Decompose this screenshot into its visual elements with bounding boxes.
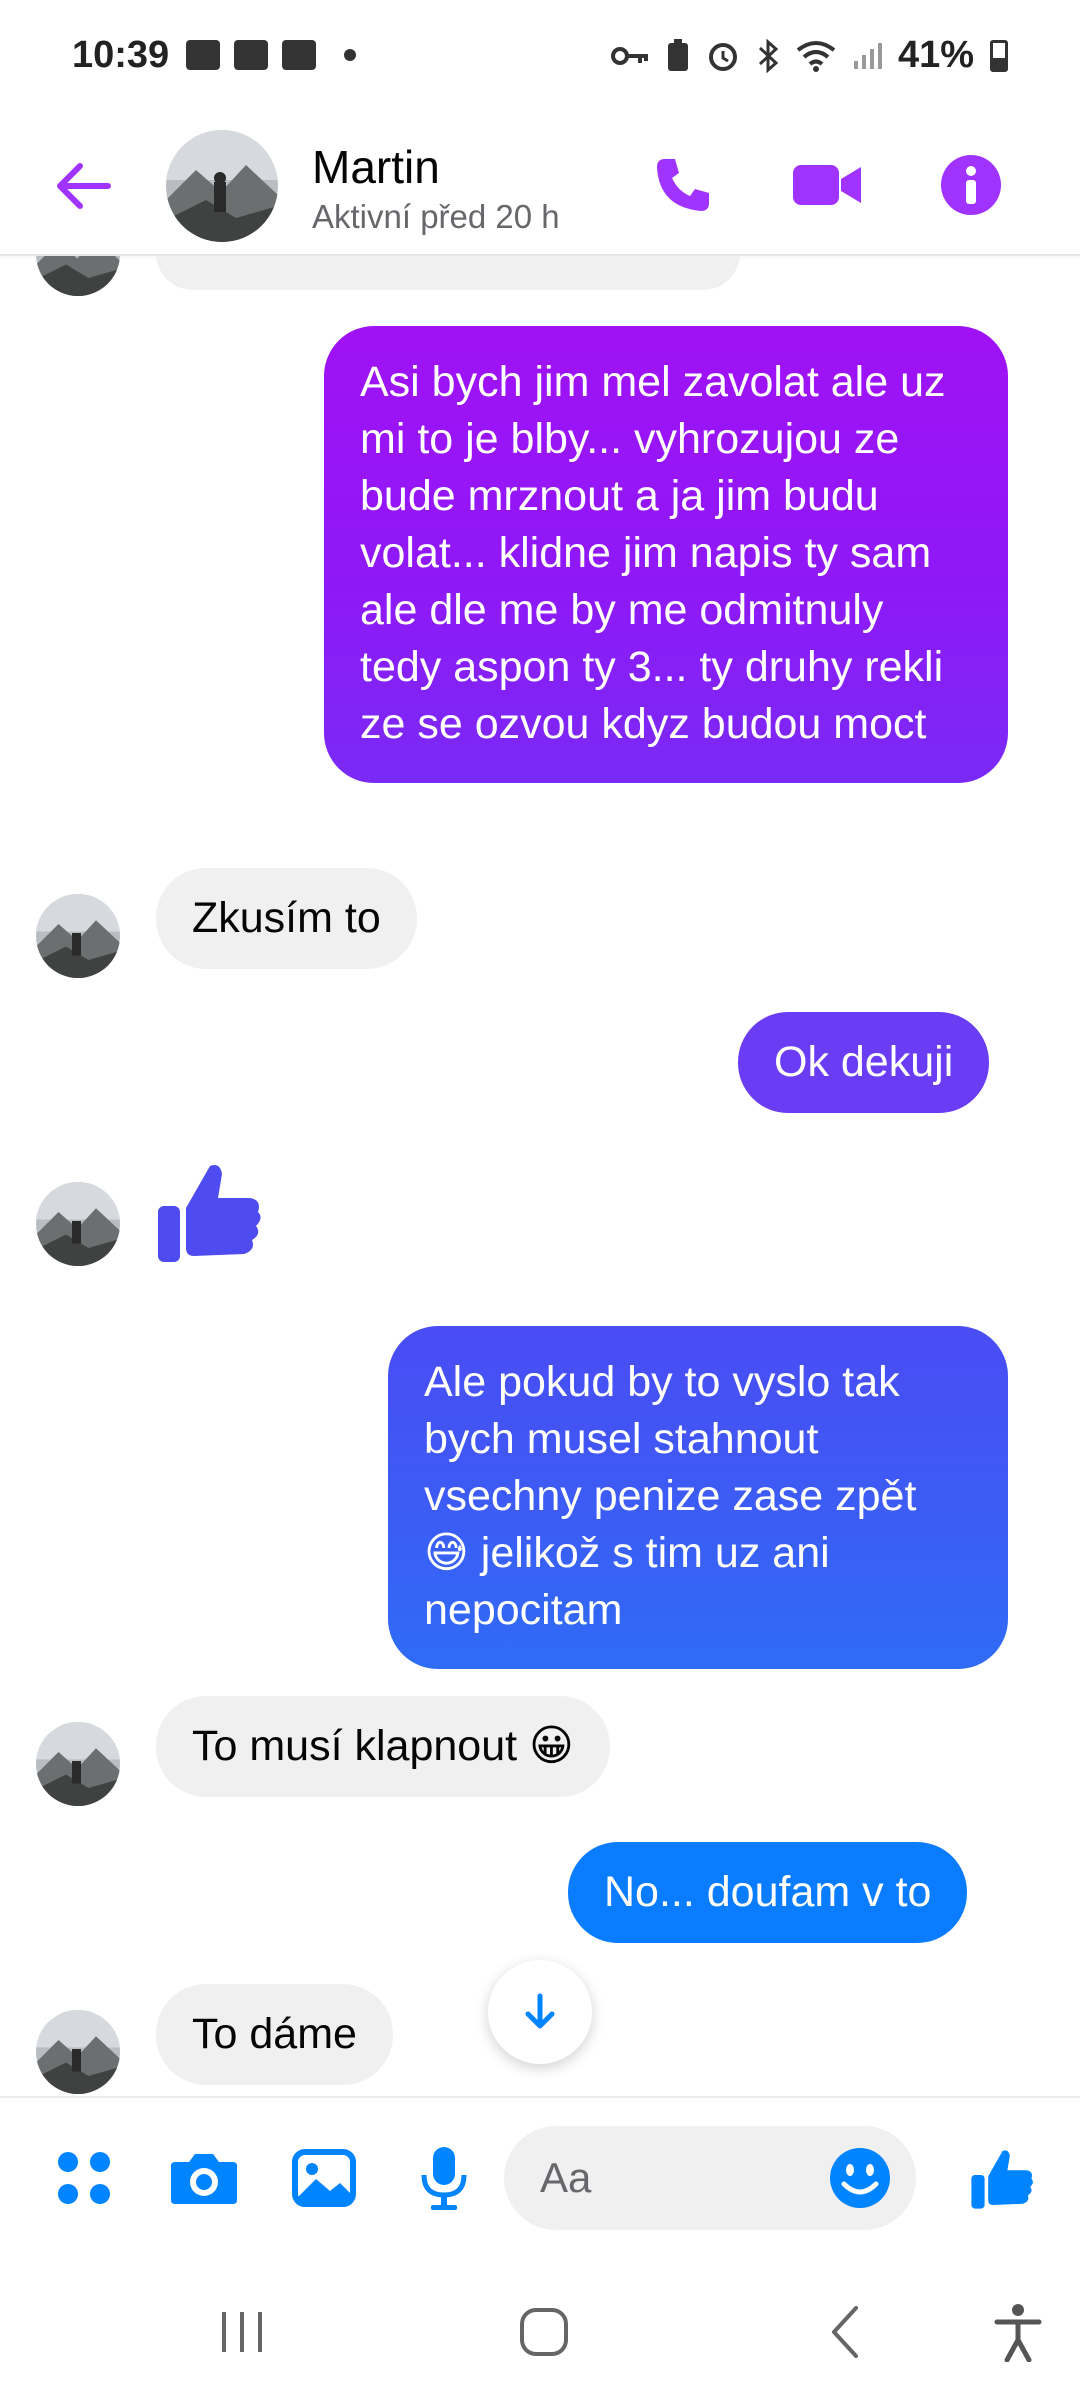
home-icon: [520, 2308, 568, 2356]
message-bubble-incoming[interactable]: Zkusím to: [156, 868, 417, 969]
avatar: [36, 894, 120, 978]
message-bubble-outgoing[interactable]: Ok dekuji: [738, 1012, 990, 1113]
contact-status: Aktivní před 20 h: [312, 198, 560, 235]
camera-icon: [171, 2154, 237, 2204]
menu-dots-icon: [58, 2152, 110, 2204]
key-icon: [610, 46, 648, 65]
cast-icon: [234, 40, 268, 70]
accessibility-button[interactable]: [978, 2292, 1058, 2372]
home-button[interactable]: [504, 2292, 584, 2372]
scroll-to-bottom-button[interactable]: [488, 1960, 592, 2064]
alarm-icon: [708, 42, 737, 71]
like-sticker[interactable]: [154, 1156, 264, 1266]
video-camera-icon: [793, 165, 861, 205]
avatar: [36, 1722, 120, 1806]
contact-avatar[interactable]: [166, 130, 278, 242]
battery-icon: [990, 39, 1008, 72]
recents-button[interactable]: [202, 2292, 282, 2372]
message-bubble-incoming[interactable]: To musí klapnout 😀: [156, 1696, 610, 1797]
signal-icon: [853, 42, 882, 69]
recents-icon: [222, 2312, 262, 2352]
back-icon: [832, 2306, 858, 2358]
emoji-button[interactable]: [824, 2142, 896, 2214]
bluetooth-icon: [758, 38, 779, 73]
call-button[interactable]: [638, 140, 728, 230]
message-input[interactable]: [540, 2150, 820, 2206]
status-bar: 10:39 41%: [0, 0, 1080, 120]
image-icon: [292, 2149, 356, 2207]
thumbs-up-icon: [971, 2150, 1033, 2209]
info-icon: [941, 155, 1001, 215]
nav-back-button[interactable]: [806, 2292, 886, 2372]
conversation-header: Martin Aktivní před 20 h: [0, 120, 1080, 256]
wifi-icon: [796, 40, 836, 72]
system-nav-bar: [0, 2256, 1080, 2400]
thumbs-up-icon: [158, 1165, 261, 1262]
message-bubble-incoming[interactable]: To dáme: [156, 1984, 393, 2085]
message-bubble-incoming[interactable]: [156, 256, 740, 290]
more-actions-button[interactable]: [44, 2138, 124, 2218]
voice-button[interactable]: [404, 2138, 484, 2218]
info-button[interactable]: [926, 140, 1016, 230]
microphone-icon: [421, 2147, 467, 2210]
message-input-container[interactable]: [504, 2126, 916, 2230]
back-arrow-icon: [57, 163, 111, 209]
message-composer: [0, 2096, 1080, 2256]
avatar: [36, 1182, 120, 1266]
notification-dot-icon: [344, 49, 356, 61]
gallery-button[interactable]: [284, 2138, 364, 2218]
video-call-button[interactable]: [782, 140, 872, 230]
contact-name[interactable]: Martin: [312, 140, 440, 194]
battery-percentage: 41%: [897, 34, 974, 76]
gallery-icon: [186, 40, 220, 70]
send-like-button[interactable]: [962, 2138, 1042, 2218]
message-list[interactable]: Asi bych jim mel zavolat ale uz mi to je…: [0, 256, 1080, 2096]
avatar: [36, 256, 120, 296]
avatar-photo-icon: [166, 130, 278, 242]
message-bubble-outgoing[interactable]: Asi bych jim mel zavolat ale uz mi to je…: [324, 326, 1008, 783]
avatar: [36, 2010, 120, 2094]
youtube-icon: [282, 40, 316, 70]
phone-icon: [657, 159, 709, 211]
accessibility-icon: [994, 2304, 1042, 2362]
emoji-icon: [830, 2148, 890, 2208]
message-bubble-outgoing[interactable]: Ale pokud by to vyslo tak bych musel sta…: [388, 1326, 1008, 1669]
message-bubble-outgoing[interactable]: No... doufam v to: [568, 1842, 968, 1943]
status-time: 10:39: [72, 34, 170, 76]
arrow-down-icon: [525, 1993, 555, 2029]
back-button[interactable]: [48, 150, 120, 222]
battery-saver-icon: [667, 38, 688, 71]
camera-button[interactable]: [164, 2138, 244, 2218]
